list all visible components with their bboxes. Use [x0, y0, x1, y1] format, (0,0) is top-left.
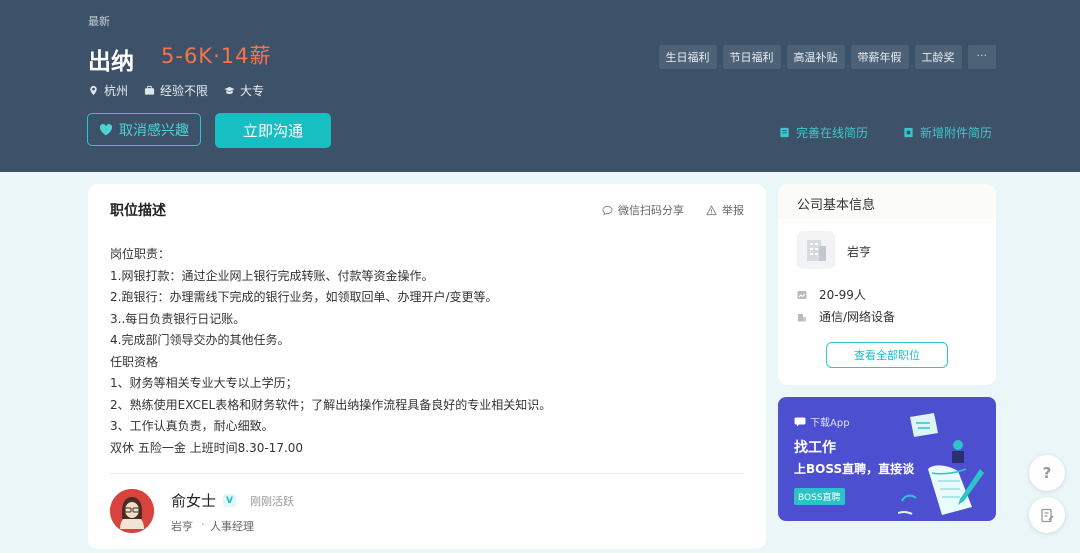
download-app: 下载App — [794, 414, 850, 429]
education-text: 大专 — [240, 84, 265, 98]
experience-text: 经验不限 — [160, 84, 209, 98]
cancel-interest-button[interactable]: 取消感兴趣 — [87, 113, 201, 146]
new-badge: 最新 — [88, 15, 110, 28]
benefit-tag: 工龄奖 — [914, 45, 962, 69]
company-logo[interactable] — [797, 231, 835, 269]
description-line: 4.完成部门领导交办的其他任务。 — [110, 333, 290, 347]
company-card-title: 公司基本信息 — [797, 198, 876, 213]
description-line: 岗位职责： — [110, 247, 171, 261]
company-card-header: 公司基本信息 — [778, 184, 996, 219]
improve-resume-label: 完善在线简历 — [796, 126, 869, 140]
experience: 经验不限 — [144, 82, 208, 99]
verified-icon: V — [223, 494, 236, 507]
description-line: 任职资格 — [110, 354, 159, 369]
company-info-card: 公司基本信息 岩亨 20-99人 通信/网络设备 查看全部职位 — [778, 184, 996, 385]
chat-now-button[interactable]: 立即沟通 — [215, 113, 331, 148]
resume-illustration-icon — [898, 413, 984, 515]
recruiter-name: 俞女士 — [171, 492, 217, 510]
recruiter-role: 人事经理 — [210, 520, 254, 533]
company-size: 20-99人 — [797, 286, 866, 303]
salary: 5-6K·14薪 — [161, 44, 272, 68]
company-industry-text: 通信/网络设备 — [819, 310, 896, 324]
benefit-tag: 带薪年假 — [850, 45, 909, 69]
company-name[interactable]: 岩亨 — [847, 243, 871, 260]
separator: · — [201, 518, 205, 531]
benefit-tag: 高温补贴 — [786, 45, 845, 69]
education: 大专 — [224, 82, 264, 99]
job-header: 最新 出纳 5-6K·14薪 生日福利 节日福利 高温补贴 带薪年假 工龄奖 ·… — [0, 0, 1080, 172]
company-size-text: 20-99人 — [819, 288, 866, 302]
job-meta: 杭州 经验不限 大专 — [88, 82, 264, 99]
divider — [110, 473, 744, 474]
report-label: 举报 — [722, 204, 744, 217]
graduation-cap-icon — [224, 86, 235, 94]
location-pin-icon — [90, 85, 97, 96]
description-line: 3、工作认真负责，耐心细致。 — [110, 419, 274, 433]
report-button[interactable]: 举报 — [706, 202, 744, 218]
building-icon — [807, 240, 826, 261]
company-industry: 通信/网络设备 — [797, 308, 895, 325]
description-line: 1.网银打款：通过企业网上银行完成转账、付款等资金操作。 — [110, 268, 434, 283]
add-attachment-label: 新增附件简历 — [920, 126, 993, 140]
people-icon — [797, 290, 807, 299]
location: 杭州 — [88, 82, 128, 99]
view-all-jobs-button[interactable]: 查看全部职位 — [826, 342, 948, 368]
feedback-button[interactable] — [1029, 497, 1065, 533]
question-mark-icon: ? — [1042, 464, 1052, 482]
help-button[interactable]: ? — [1029, 455, 1065, 491]
resume-icon — [780, 127, 789, 138]
add-attachment-resume-link[interactable]: 新增附件简历 — [903, 124, 992, 141]
improve-resume-link[interactable]: 完善在线简历 — [779, 124, 868, 141]
location-text: 杭州 — [104, 84, 129, 98]
heart-icon — [99, 123, 113, 135]
app-brand-badge: BOSS直聘 — [794, 488, 845, 505]
description-line: 2.跑银行：办理需线下完成的银行业务，如领取回单、办理开户/变更等。 — [110, 290, 498, 304]
description-line: 3..每日负责银行日记账。 — [110, 311, 246, 326]
app-promo-title: 找工作 — [794, 440, 836, 456]
active-status: 刚刚活跃 — [250, 495, 294, 508]
industry-icon — [798, 313, 806, 321]
attachment-icon — [904, 127, 913, 138]
benefit-tag: 节日福利 — [722, 45, 781, 69]
chat-bubble-icon — [602, 205, 613, 216]
job-title: 出纳 — [88, 49, 134, 75]
benefit-tag: 生日福利 — [658, 45, 717, 69]
description-line: 2、熟练使用EXCEL表格和财务软件；了解出纳操作流程具备良好的专业相关知识。 — [110, 397, 552, 412]
wechat-share-button[interactable]: 微信扫码分享 — [602, 202, 684, 218]
edit-document-icon — [1040, 508, 1054, 522]
briefcase-icon — [144, 85, 155, 95]
person-avatar-icon — [110, 489, 154, 533]
more-tags-button[interactable]: ··· — [967, 45, 996, 69]
description-line: 双休 五险一金 上班时间8.30-17.00 — [110, 440, 304, 455]
benefit-tags: 生日福利 节日福利 高温补贴 带薪年假 工龄奖 ··· — [658, 45, 996, 69]
app-download-banner[interactable]: 下载App 找工作 上BOSS直聘，直接谈 BOSS直聘 — [778, 397, 996, 521]
share-label: 微信扫码分享 — [618, 204, 684, 217]
app-promo-subtitle: 上BOSS直聘，直接谈 — [794, 462, 915, 476]
cancel-interest-label: 取消感兴趣 — [119, 122, 189, 139]
warning-icon — [706, 204, 717, 215]
recruiter-company: 岩亨 — [171, 520, 193, 533]
recruiter-avatar[interactable] — [110, 489, 154, 533]
job-description-card: 职位描述 微信扫码分享 举报 岗位职责： 1.网银打款：通过企业网上银行完成转账… — [88, 184, 766, 549]
message-icon — [794, 417, 806, 426]
download-app-label: 下载App — [810, 418, 850, 429]
job-description: 岗位职责： 1.网银打款：通过企业网上银行完成转账、付款等资金操作。 2.跑银行… — [110, 244, 740, 459]
section-title: 职位描述 — [110, 203, 166, 219]
description-line: 1、财务等相关专业大专以上学历； — [110, 376, 298, 390]
